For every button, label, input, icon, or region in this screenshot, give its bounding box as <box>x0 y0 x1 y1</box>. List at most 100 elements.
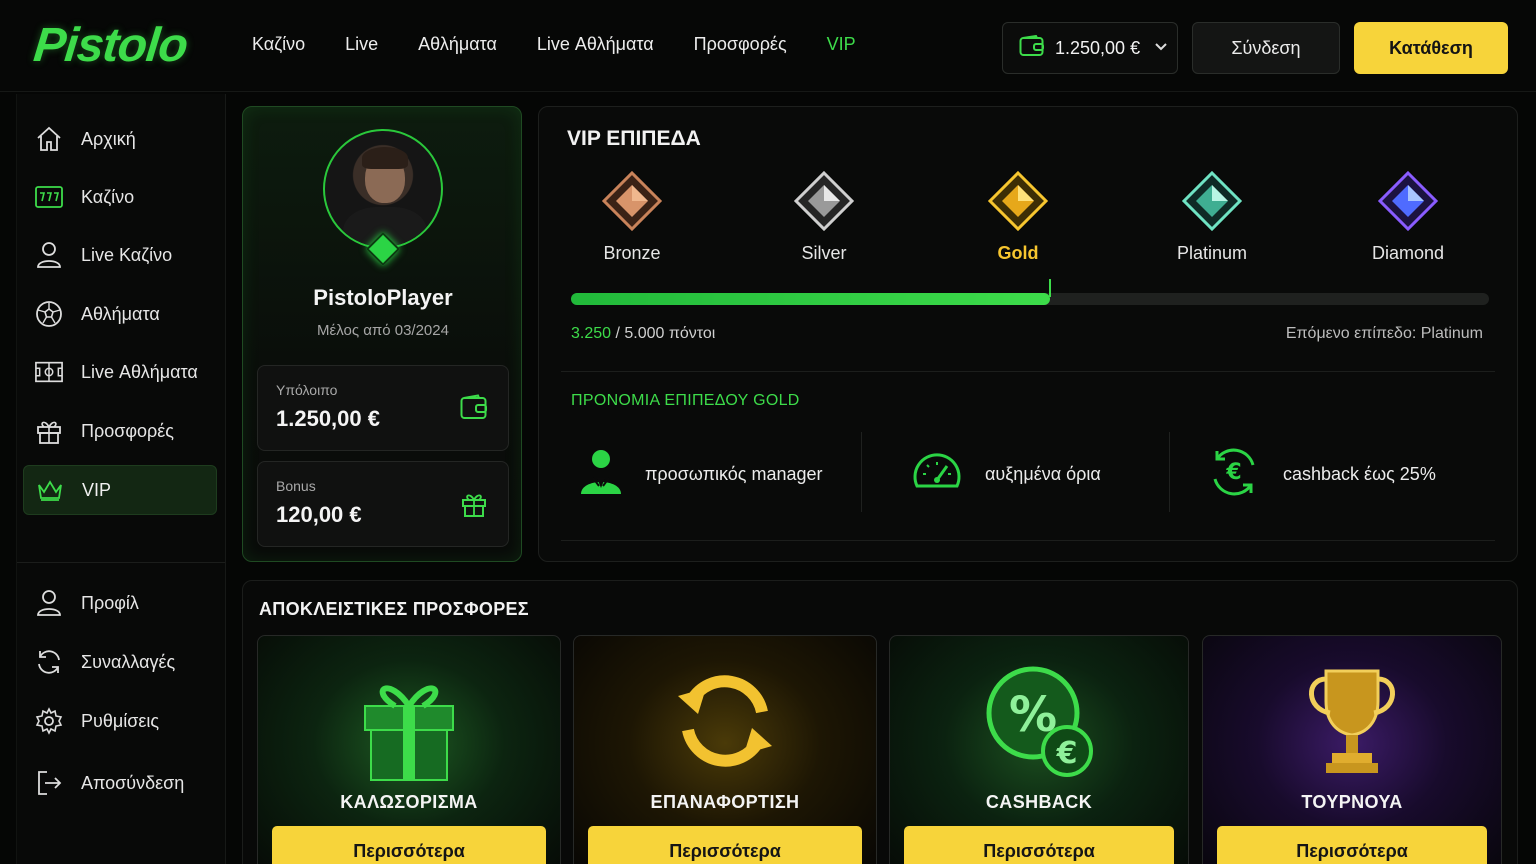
sidebar-item-settings[interactable]: Ρυθμίσεις <box>23 696 217 746</box>
bonus-value: 120,00 € <box>276 502 362 527</box>
profile-card: PistoloPlayer Μέλος από 03/2024 Υπόλοιπο… <box>242 106 522 562</box>
vip-progress-marker <box>1049 279 1051 297</box>
vip-levels-panel: VIP ΕΠΙΠΕΔΑ Bronze Silver Gold Platinum … <box>538 106 1518 562</box>
sidebar: Αρχική Καζίνο Live Καζίνο Αθλήματα Live … <box>16 94 226 864</box>
sidebar-item-home[interactable]: Αρχική <box>23 114 217 164</box>
euro-cashback-icon: € <box>1207 445 1261 504</box>
sidebar-item-label: Live Αθλήματα <box>81 361 198 382</box>
deposit-button[interactable]: Κατάθεση <box>1354 22 1508 74</box>
sidebar-item-sports[interactable]: Αθλήματα <box>23 289 217 339</box>
avatar[interactable] <box>323 129 443 249</box>
sidebar-item-live-casino[interactable]: Live Καζίνο <box>23 230 217 280</box>
bonus-box: Bonus 120,00 € <box>257 461 509 547</box>
tier-platinum[interactable]: Platinum <box>1152 170 1272 264</box>
top-header: Pistolo Καζίνο Live Αθλήματα Live Αθλήμα… <box>0 0 1536 92</box>
balance-box: Υπόλοιπο 1.250,00 € <box>257 365 509 451</box>
bonus-label: Bonus <box>276 478 316 494</box>
sidebar-item-profile[interactable]: Προφίλ <box>23 578 217 628</box>
offer-card-cashback[interactable]: % € CASHBACK Περισσότερα <box>889 635 1189 864</box>
sidebar-item-label: Ρυθμίσεις <box>81 710 160 731</box>
perk-cashback: € cashback έως 25% <box>1207 444 1436 504</box>
profile-member-since: Μέλος από 03/2024 <box>317 322 449 339</box>
offer-title: ΕΠΑΝΑΦΟΡΤΙΣΗ <box>650 792 800 812</box>
sidebar-item-casino[interactable]: Καζίνο <box>23 172 217 222</box>
wallet-dropdown[interactable]: 1.250,00 € <box>1002 22 1178 74</box>
sidebar-item-transactions[interactable]: Συναλλαγές <box>23 637 217 687</box>
crown-icon <box>36 476 64 504</box>
perks-section: ΠΡΟΝΟΜΙΑ ΕΠΙΠΕΔΟΥ GOLD προσωπικός manage… <box>561 371 1495 541</box>
points-total: / 5.000 πόντοι <box>611 325 716 342</box>
platinum-gem-icon <box>1181 170 1243 232</box>
nav-vip[interactable]: VIP <box>827 34 856 55</box>
nav-live[interactable]: Live <box>345 34 378 55</box>
offer-more-button[interactable]: Περισσότερα <box>1217 826 1487 864</box>
trophy-icon <box>1203 636 1501 806</box>
svg-text:€: € <box>1056 736 1078 771</box>
vip-levels-title: VIP ΕΠΙΠΕΔΑ <box>567 127 701 150</box>
tier-silver[interactable]: Silver <box>764 170 884 264</box>
offer-title: CASHBACK <box>985 792 1093 812</box>
tier-name: Diamond <box>1371 243 1445 263</box>
wallet-icon <box>1019 34 1045 62</box>
nav-sports[interactable]: Αθλήματα <box>418 34 497 55</box>
balance-label: Υπόλοιπο <box>276 382 338 398</box>
perk-label: αυξημένα όρια <box>985 463 1101 484</box>
exclusive-offers-panel: ΑΠΟΚΛΕΙΣΤΙΚΕΣ ΠΡΟΣΦΟΡΕΣ ΚΑΛΩΣΟΡΙΣΜΑ Περι… <box>242 580 1518 864</box>
tier-diamond[interactable]: Diamond <box>1348 170 1468 264</box>
offer-more-button[interactable]: Περισσότερα <box>904 826 1174 864</box>
sidebar-item-label: Αρχική <box>81 128 136 149</box>
user-icon <box>35 589 63 617</box>
logout-icon <box>35 769 63 797</box>
svg-text:€: € <box>1225 460 1241 485</box>
soccer-ball-icon <box>35 300 63 328</box>
offer-card-welcome[interactable]: ΚΑΛΩΣΟΡΙΣΜΑ Περισσότερα <box>257 635 561 864</box>
diamond-gem-icon <box>1377 170 1439 232</box>
offer-more-button[interactable]: Περισσότερα <box>588 826 862 864</box>
tier-bronze[interactable]: Bronze <box>572 170 692 264</box>
wallet-icon <box>460 394 488 425</box>
chevron-down-icon <box>1154 41 1168 55</box>
sidebar-item-label: Προφίλ <box>81 592 139 613</box>
gift-icon <box>35 417 63 445</box>
login-button[interactable]: Σύνδεση <box>1192 22 1340 74</box>
sidebar-item-label: Live Καζίνο <box>81 244 173 265</box>
field-icon <box>35 358 63 386</box>
sidebar-item-vip[interactable]: VIP <box>23 465 217 515</box>
silver-gem-icon <box>793 170 855 232</box>
nav-live-sports[interactable]: Live Αθλήματα <box>537 34 654 55</box>
sidebar-item-label: Συναλλαγές <box>81 651 176 672</box>
perks-title: ΠΡΟΝΟΜΙΑ ΕΠΙΠΕΔΟΥ GOLD <box>571 392 800 409</box>
nav-promotions[interactable]: Προσφορές <box>694 34 787 55</box>
tier-name: Gold <box>997 243 1039 263</box>
vip-progress-fill <box>571 293 1050 305</box>
refresh-icon <box>35 648 63 676</box>
offer-title: ΚΑΛΩΣΟΡΙΣΜΑ <box>340 792 478 812</box>
gift-box-icon <box>258 636 560 806</box>
sidebar-item-label: Προσφορές <box>81 420 174 441</box>
offers-title: ΑΠΟΚΛΕΙΣΤΙΚΕΣ ΠΡΟΣΦΟΡΕΣ <box>259 599 529 619</box>
perk-label: cashback έως 25% <box>1283 463 1436 484</box>
sidebar-item-label: Αθλήματα <box>81 303 160 324</box>
perk-personal-manager: προσωπικός manager <box>579 444 823 504</box>
perk-divider <box>1169 432 1170 512</box>
vip-points: 3.250 / 5.000 πόντοι <box>571 325 715 343</box>
tier-gold[interactable]: Gold <box>958 170 1078 264</box>
sidebar-item-logout[interactable]: Αποσύνδεση <box>23 758 217 808</box>
balance-value: 1.250,00 € <box>276 406 380 431</box>
tier-name: Bronze <box>603 243 661 263</box>
sidebar-item-promotions[interactable]: Προσφορές <box>23 406 217 456</box>
sidebar-item-live-sports[interactable]: Live Αθλήματα <box>23 347 217 397</box>
offer-more-button[interactable]: Περισσότερα <box>272 826 546 864</box>
percent-coin-icon: % € <box>890 636 1188 806</box>
offer-card-tournaments[interactable]: ΤΟΥΡΝΟΥΑ Περισσότερα <box>1202 635 1502 864</box>
top-nav: Καζίνο Live Αθλήματα Live Αθλήματα Προσφ… <box>252 34 856 55</box>
nav-casino[interactable]: Καζίνο <box>252 34 305 55</box>
pistolo-logo[interactable]: Pistolo <box>31 18 190 73</box>
gift-icon <box>460 490 488 523</box>
sidebar-divider <box>17 562 225 563</box>
vip-progress-bar <box>571 279 1489 305</box>
gear-icon <box>35 707 63 735</box>
perk-label: προσωπικός manager <box>645 463 823 484</box>
gold-gem-icon <box>987 170 1049 232</box>
offer-card-reload[interactable]: ΕΠΑΝΑΦΟΡΤΙΣΗ Περισσότερα <box>573 635 877 864</box>
